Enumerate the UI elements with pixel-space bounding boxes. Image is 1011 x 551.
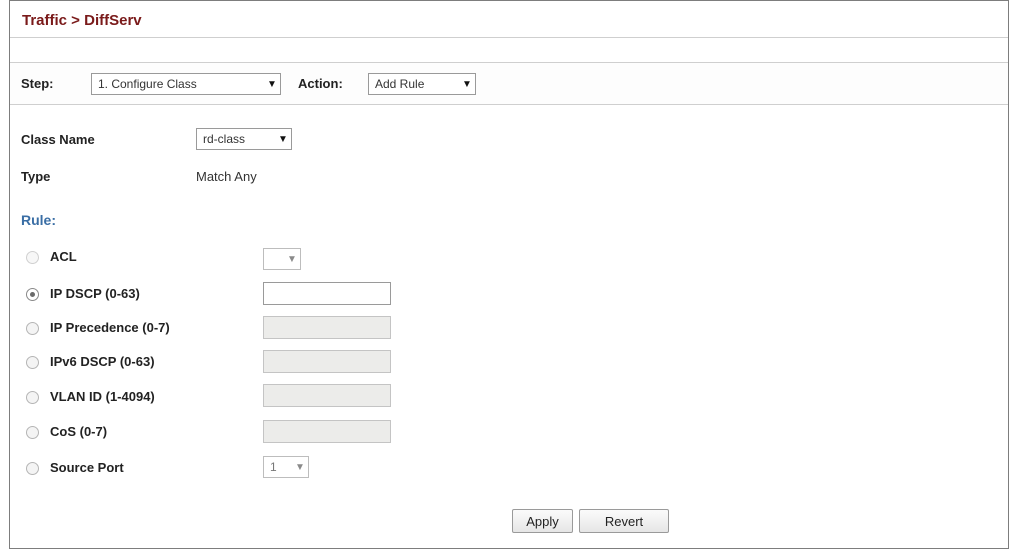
chevron-down-icon: ▼	[462, 78, 472, 90]
cos-input[interactable]	[263, 420, 391, 443]
step-label: Step:	[21, 76, 54, 91]
rule-acl-label: ACL	[50, 249, 77, 264]
rule-vlan-id-label: VLAN ID (1-4094)	[50, 389, 155, 404]
action-label: Action:	[298, 76, 343, 91]
chevron-down-icon: ▼	[295, 461, 305, 473]
class-name-select[interactable]: rd-class ▼	[196, 128, 292, 150]
diffserv-panel: Traffic > DiffServ Step: 1. Configure Cl…	[9, 0, 1009, 549]
title-bar: Traffic > DiffServ	[10, 0, 1008, 38]
ip-precedence-input[interactable]	[263, 316, 391, 339]
rule-source-port-radio[interactable]	[26, 462, 39, 475]
apply-button[interactable]: Apply	[512, 509, 573, 533]
chevron-down-icon: ▼	[278, 133, 288, 145]
source-port-select-value: 1	[270, 460, 277, 474]
rule-ip-precedence-radio[interactable]	[26, 322, 39, 335]
rule-vlan-id-radio[interactable]	[26, 391, 39, 404]
rule-source-port-label: Source Port	[50, 460, 124, 475]
rule-cos-radio[interactable]	[26, 426, 39, 439]
vlan-id-input[interactable]	[263, 384, 391, 407]
rule-ip-precedence-label: IP Precedence (0-7)	[50, 320, 170, 335]
type-label: Type	[21, 169, 51, 184]
ip-dscp-input[interactable]	[263, 282, 391, 305]
rule-acl-radio[interactable]	[26, 251, 39, 264]
rule-ip-dscp-radio[interactable]	[26, 288, 39, 301]
step-action-bar: Step: 1. Configure Class ▼ Action: Add R…	[10, 62, 1008, 105]
revert-button[interactable]: Revert	[579, 509, 669, 533]
type-value: Match Any	[196, 169, 257, 184]
acl-select[interactable]: ▼	[263, 248, 301, 270]
ipv6-dscp-input[interactable]	[263, 350, 391, 373]
chevron-down-icon: ▼	[287, 253, 297, 265]
rule-ipv6-dscp-radio[interactable]	[26, 356, 39, 369]
step-select-value: 1. Configure Class	[98, 77, 197, 91]
page-title: Traffic > DiffServ	[22, 12, 142, 29]
action-select[interactable]: Add Rule ▼	[368, 73, 476, 95]
class-name-select-value: rd-class	[203, 132, 246, 146]
action-select-value: Add Rule	[375, 77, 425, 91]
rule-ip-dscp-label: IP DSCP (0-63)	[50, 286, 140, 301]
rule-heading: Rule:	[21, 212, 56, 228]
source-port-select[interactable]: 1 ▼	[263, 456, 309, 478]
class-name-label: Class Name	[21, 132, 95, 147]
step-select[interactable]: 1. Configure Class ▼	[91, 73, 281, 95]
chevron-down-icon: ▼	[267, 78, 277, 90]
rule-cos-label: CoS (0-7)	[50, 424, 108, 439]
rule-ipv6-dscp-label: IPv6 DSCP (0-63)	[50, 354, 155, 369]
